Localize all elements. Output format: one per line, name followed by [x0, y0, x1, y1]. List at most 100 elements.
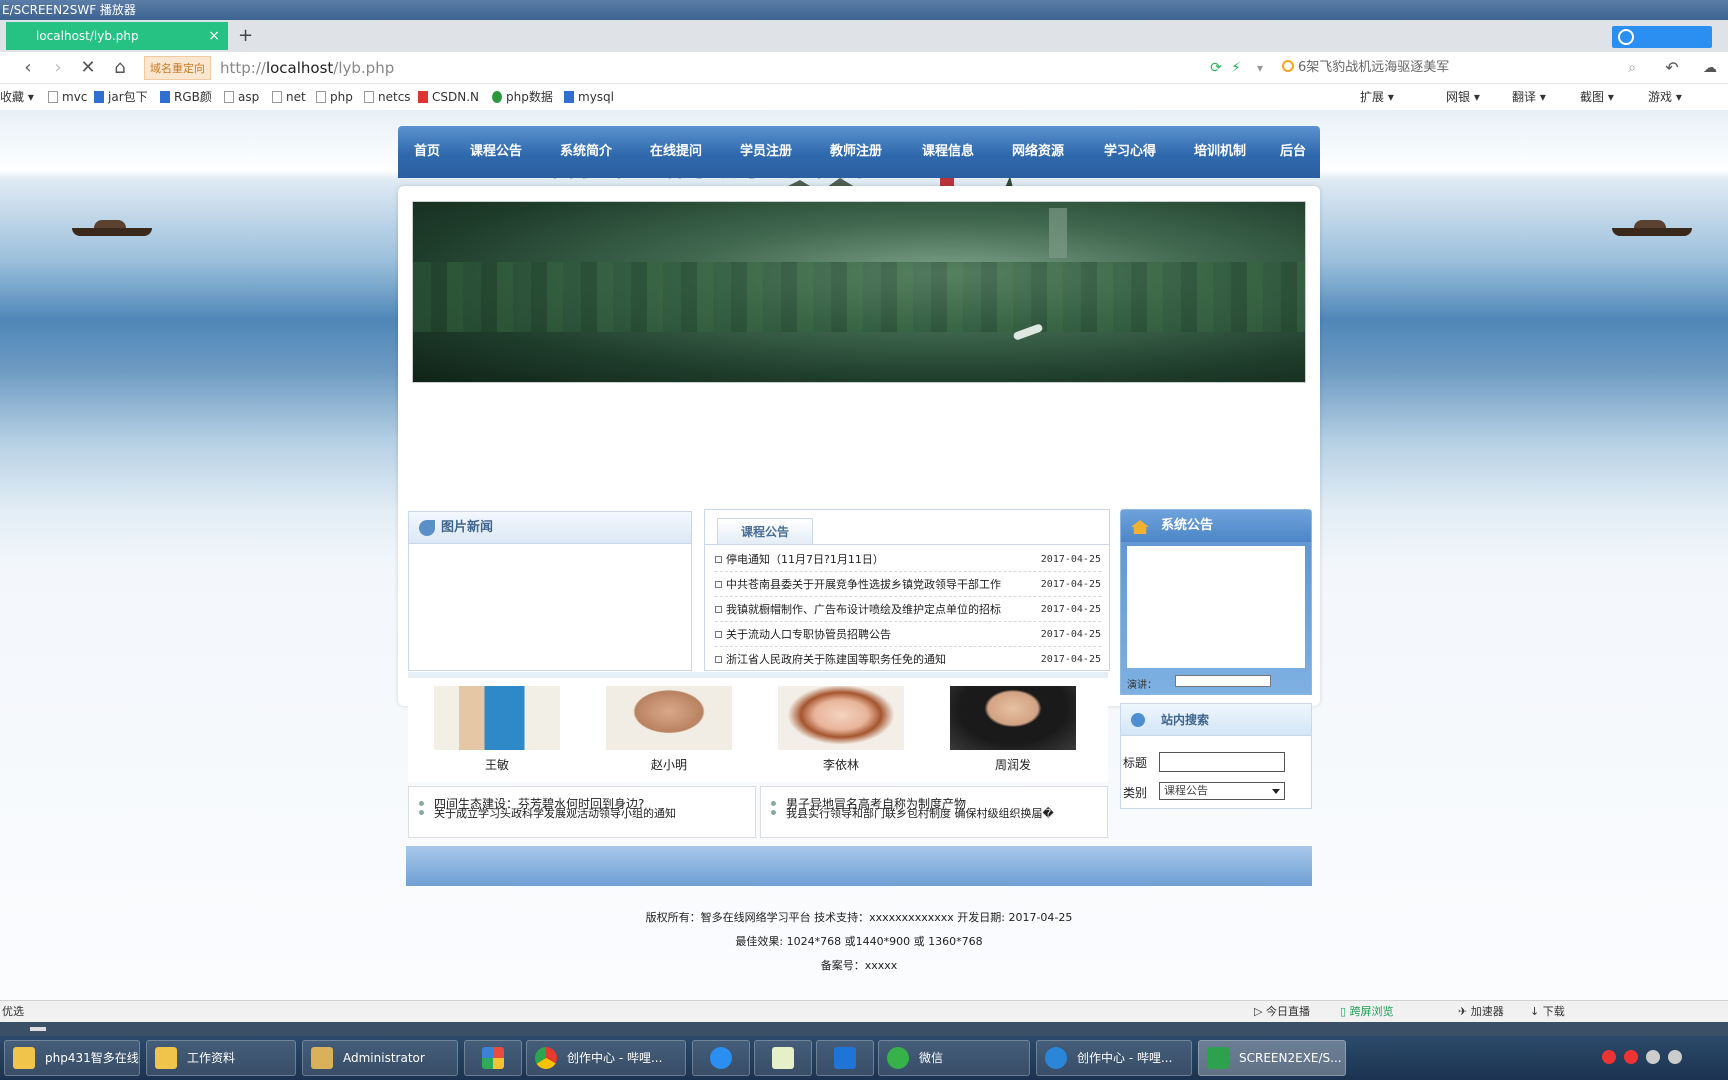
menu-item-course-info[interactable]: 课程信息: [922, 126, 974, 178]
url-input[interactable]: http://localhost/lyb.php: [220, 56, 394, 80]
toolbar-extensions[interactable]: 扩展 ▾: [1360, 84, 1394, 110]
undo-icon[interactable]: ↶: [1660, 56, 1684, 80]
chevron-down-icon[interactable]: ▾: [1248, 56, 1272, 80]
bookmark-item[interactable]: net: [272, 84, 306, 110]
folder-icon: [13, 1047, 35, 1069]
toolbar-screenshot[interactable]: 截图 ▾: [1580, 84, 1614, 110]
url-path: /lyb.php: [333, 59, 395, 77]
taskbar-item[interactable]: [816, 1040, 874, 1076]
back-icon[interactable]: ‹: [16, 56, 40, 80]
search-title-label: 标题: [1123, 756, 1148, 770]
bookmark-item[interactable]: jar包下: [94, 84, 148, 110]
teacher-card[interactable]: 李依林: [778, 686, 904, 773]
taskbar-item[interactable]: 创作中心 - 哔哩...: [1036, 1040, 1192, 1076]
status-text: 优选: [2, 1005, 24, 1018]
toolbar-bank[interactable]: 网银 ▾: [1446, 84, 1480, 110]
qq-icon[interactable]: [1602, 1050, 1616, 1064]
teacher-card[interactable]: 周润发: [950, 686, 1076, 773]
footer-resolution: 最佳效果: 1024*768 或1440*900 或 1360*768: [735, 935, 983, 948]
app-icon: [482, 1047, 504, 1069]
redirect-badge[interactable]: 域名重定向: [144, 56, 211, 80]
site-search-panel: 站内搜索 标题 类别 课程公告: [1120, 703, 1312, 809]
teacher-card[interactable]: 赵小明: [606, 686, 732, 773]
browser-icon: [1045, 1047, 1067, 1069]
taskbar-item[interactable]: Administrator: [302, 1040, 458, 1076]
page-icon: [364, 91, 374, 103]
status-cross-screen[interactable]: ▯ 跨屏浏览: [1340, 1001, 1394, 1023]
toolbar-games[interactable]: 游戏 ▾: [1648, 84, 1682, 110]
footer-record: 备案号：xxxxx: [820, 959, 898, 972]
qq-icon[interactable]: [1624, 1050, 1638, 1064]
forest-decoration: [413, 262, 1305, 332]
menu-item-online-question[interactable]: 在线提问: [650, 126, 702, 178]
bookmark-favorites[interactable]: 收藏 ▾: [0, 84, 34, 110]
bookmark-item[interactable]: CSDN.N: [418, 84, 479, 110]
stop-icon[interactable]: ✕: [76, 56, 100, 80]
notice-row[interactable]: 我镇就橱帽制作、广告布设计喷绘及维护定点单位的招标 2017-04-25: [715, 598, 1101, 622]
bookmark-item[interactable]: netcs: [364, 84, 411, 110]
taskbar-item[interactable]: 创作中心 - 哔哩...: [526, 1040, 686, 1076]
menu-item-home[interactable]: 首页: [414, 126, 440, 178]
list-item[interactable]: 我县实行领导和部门联乡包村制度 确保村级组织换届�: [771, 805, 1054, 821]
category-select[interactable]: 课程公告: [1159, 782, 1285, 800]
network-icon[interactable]: [1668, 1050, 1682, 1064]
bookmark-item[interactable]: php数据: [492, 84, 553, 110]
home-icon: [1131, 520, 1149, 534]
flash-icon[interactable]: ⚡: [1224, 56, 1248, 80]
tab-close-icon[interactable]: ×: [208, 22, 220, 50]
chrome-icon: [535, 1047, 557, 1069]
notice-row[interactable]: 关于流动人口专职协管员招聘公告 2017-04-25: [715, 623, 1101, 647]
player-progress[interactable]: [0, 1022, 1728, 1036]
notice-row[interactable]: 浙江省人民政府关于陈建国等职务任免的通知 2017-04-25: [715, 648, 1101, 672]
teacher-card[interactable]: 王敏: [434, 686, 560, 773]
taskbar-item[interactable]: [754, 1040, 812, 1076]
menu-item-teacher-register[interactable]: 教师注册: [830, 126, 882, 178]
bookmark-item[interactable]: mysql: [564, 84, 614, 110]
menu-item-course-notice[interactable]: 课程公告: [470, 126, 522, 178]
menu-item-system-intro[interactable]: 系统简介: [560, 126, 612, 178]
bookmark-item[interactable]: RGB颜: [160, 84, 212, 110]
search-input[interactable]: 6架飞豹战机远海驱逐美军: [1282, 56, 1449, 80]
baidu-cloud-icon: [710, 1047, 732, 1069]
toolbar-translate[interactable]: 翻译 ▾: [1512, 84, 1546, 110]
status-download[interactable]: ↓ 下载: [1530, 1001, 1565, 1023]
grid-app-icon: [834, 1047, 856, 1069]
cloud-sync-button[interactable]: [1612, 26, 1712, 48]
bookmark-item[interactable]: asp: [224, 84, 259, 110]
forward-icon[interactable]: ›: [46, 56, 70, 80]
bookmark-item[interactable]: php: [316, 84, 353, 110]
menu-item-learning-notes[interactable]: 学习心得: [1104, 126, 1156, 178]
taskbar-item-active[interactable]: SCREEN2EXE/S...: [1198, 1040, 1346, 1076]
menu-item-training[interactable]: 培训机制: [1194, 126, 1246, 178]
new-tab-icon[interactable]: +: [238, 22, 253, 50]
system-tray: [1572, 1036, 1722, 1080]
notice-row[interactable]: 中共苍南县委关于开展竞争性选拔乡镇党政领导干部工作 2017-04-25: [715, 573, 1101, 597]
user-folder-icon: [311, 1047, 333, 1069]
system-notice-input[interactable]: [1175, 675, 1271, 687]
list-item[interactable]: 关于成立学习头政科学发展观活动领导小组的通知: [419, 805, 676, 821]
search-icon[interactable]: ⌕: [1620, 56, 1644, 80]
panel-header: 站内搜索: [1121, 704, 1311, 736]
taskbar-item[interactable]: [464, 1040, 522, 1076]
tab-course-notice[interactable]: 课程公告: [717, 518, 813, 544]
volume-icon[interactable]: [1646, 1050, 1660, 1064]
menu-item-network-resources[interactable]: 网络资源: [1012, 126, 1064, 178]
home-icon[interactable]: ⌂: [108, 56, 132, 80]
pagoda-decoration: [1049, 208, 1067, 258]
taskbar-item[interactable]: 工作资料: [146, 1040, 296, 1076]
page-icon: [272, 91, 282, 103]
notice-row[interactable]: 停电通知（11月7日?1月11日） 2017-04-25: [715, 548, 1101, 572]
search-title-input[interactable]: [1159, 752, 1285, 772]
taskbar-item[interactable]: php431智多在线...: [4, 1040, 140, 1076]
bookmark-item[interactable]: mvc: [48, 84, 87, 110]
taskbar-item[interactable]: [692, 1040, 750, 1076]
status-live[interactable]: ▷ 今日直播: [1254, 1001, 1310, 1023]
status-accelerator[interactable]: ✈ 加速器: [1458, 1001, 1504, 1023]
address-toolbar: ‹ › ✕ ⌂ 域名重定向 http://localhost/lyb.php ⟳…: [0, 52, 1728, 84]
tab-active[interactable]: localhost/lyb.php ×: [6, 22, 228, 50]
cloud-icon[interactable]: ☁: [1698, 56, 1722, 80]
taskbar-item[interactable]: 微信: [878, 1040, 1030, 1076]
footer: 版权所有：智多在线网络学习平台 技术支持：xxxxxxxxxxxxx 开发日期:…: [406, 906, 1312, 978]
menu-item-student-register[interactable]: 学员注册: [740, 126, 792, 178]
menu-item-admin[interactable]: 后台: [1280, 126, 1306, 178]
